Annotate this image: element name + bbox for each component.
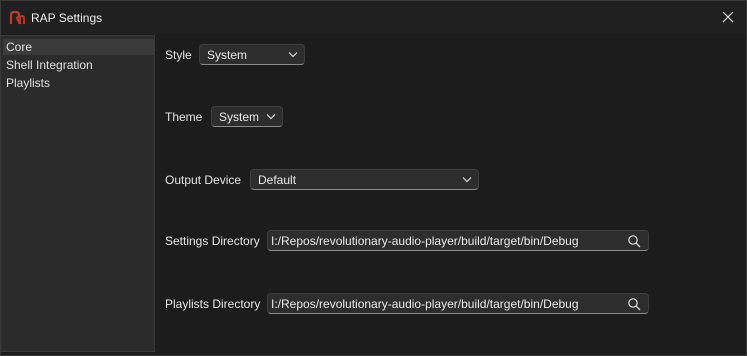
playlists-directory-field[interactable]: I:/Repos/revolutionary-audio-player/buil… [267, 293, 649, 314]
search-icon[interactable] [627, 297, 641, 311]
chevron-down-icon [266, 114, 276, 120]
output-device-dropdown-value: Default [258, 173, 297, 187]
settings-directory-field[interactable]: I:/Repos/revolutionary-audio-player/buil… [267, 230, 649, 251]
theme-dropdown-value: System [219, 110, 260, 124]
output-device-label: Output Device [165, 173, 242, 187]
style-dropdown[interactable]: System [199, 44, 305, 65]
sidebar-item-label: Playlists [6, 76, 51, 90]
sidebar-item-core[interactable]: Core [3, 39, 154, 55]
theme-dropdown[interactable]: System [211, 106, 283, 127]
chevron-down-icon [462, 177, 472, 183]
sidebar-item-playlists[interactable]: Playlists [3, 75, 154, 91]
style-label: Style [165, 48, 192, 62]
sidebar-item-shell-integration[interactable]: Shell Integration [3, 57, 154, 73]
title-bar: RAP Settings [1, 1, 746, 34]
settings-directory-label: Settings Directory [165, 234, 260, 248]
search-icon[interactable] [627, 234, 641, 248]
playlists-directory-label: Playlists Directory [165, 297, 261, 311]
output-device-dropdown[interactable]: Default [250, 169, 479, 190]
settings-sidebar: Core Shell Integration Playlists [1, 35, 155, 352]
window-title: RAP Settings [31, 11, 103, 25]
sidebar-item-label: Shell Integration [6, 58, 93, 72]
sidebar-item-label: Core [6, 40, 33, 54]
style-dropdown-value: System [207, 48, 248, 62]
close-icon[interactable] [720, 9, 736, 25]
theme-label: Theme [165, 110, 203, 124]
settings-window: RAP Settings Core Shell Integration Play… [0, 0, 747, 356]
playlists-directory-value: I:/Repos/revolutionary-audio-player/buil… [271, 297, 579, 311]
rap-logo-icon [9, 10, 25, 25]
settings-directory-value: I:/Repos/revolutionary-audio-player/buil… [271, 234, 579, 248]
chevron-down-icon [288, 52, 298, 58]
